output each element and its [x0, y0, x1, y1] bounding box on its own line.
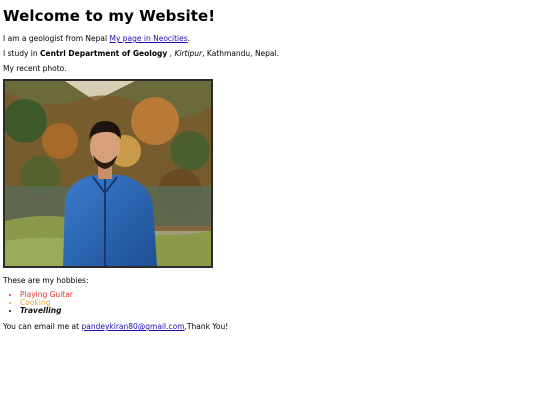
email-link[interactable]: pandeykiran80@gmail.com	[81, 322, 184, 331]
study-prefix: I study in	[3, 49, 41, 58]
study-suffix: , Kathmandu, Nepal.	[202, 49, 279, 58]
intro-period: .	[187, 34, 191, 43]
intro-line: I am a geologist from Nepal My page in N…	[3, 34, 190, 43]
contact-line: You can email me at pandeykiran80@gmail.…	[3, 322, 228, 331]
photo-caption: My recent photo.	[3, 64, 67, 73]
department-name: Centrl Department of Geology	[40, 49, 168, 58]
place-name: Kirtipur	[174, 49, 203, 58]
intro-text: I am a geologist from Nepal	[3, 34, 110, 43]
hobbies-intro: These are my hobbies:	[3, 276, 89, 285]
profile-photo	[3, 79, 213, 268]
contact-prefix: You can email me at	[3, 322, 82, 331]
page-title: Welcome to my Website!	[3, 7, 216, 25]
study-line: I study in Centrl Department of Geology …	[3, 49, 279, 58]
hobby-item: Travelling	[20, 307, 73, 315]
hobbies-list: Playing Guitar Cooking Travelling	[3, 291, 73, 315]
neocities-link[interactable]: My page in Neocities	[109, 34, 187, 43]
contact-suffix: ,Thank You!	[184, 322, 229, 331]
